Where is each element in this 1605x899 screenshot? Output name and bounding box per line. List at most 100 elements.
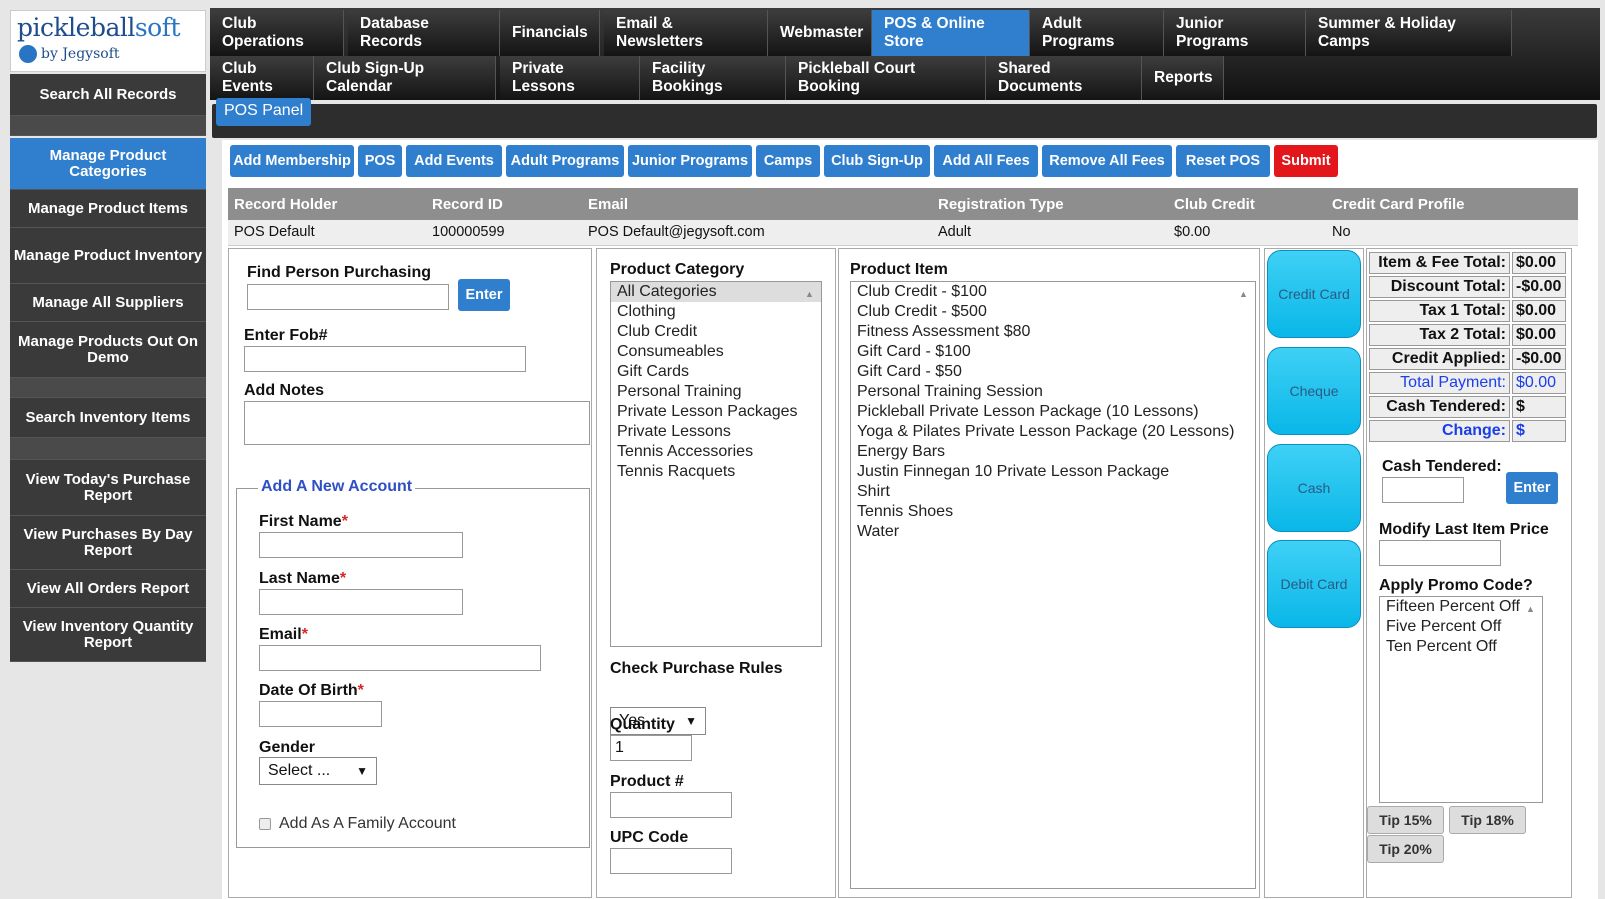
- list-item[interactable]: Shirt: [851, 482, 1255, 502]
- sidebar-item-all-orders-report[interactable]: View All Orders Report: [10, 570, 206, 608]
- list-item[interactable]: Yoga & Pilates Private Lesson Package (2…: [851, 422, 1255, 442]
- list-item[interactable]: Five Percent Off: [1380, 617, 1542, 637]
- product-item-list[interactable]: Club Credit - $100 Club Credit - $500 Fi…: [850, 281, 1256, 889]
- product-number-input[interactable]: [610, 792, 732, 818]
- family-account-checkbox[interactable]: [259, 818, 271, 830]
- nav-webmaster[interactable]: Webmaster: [768, 10, 872, 56]
- list-item[interactable]: Fitness Assessment $80: [851, 322, 1255, 342]
- list-item[interactable]: Clothing: [611, 302, 821, 322]
- list-item[interactable]: Gift Card - $100: [851, 342, 1255, 362]
- sidebar-item-search-inventory[interactable]: Search Inventory Items: [10, 398, 206, 438]
- nav-club-operations[interactable]: Club Operations: [210, 10, 344, 56]
- jegysoft-icon: [19, 45, 37, 63]
- app-logo[interactable]: pickleballsoft by Jegysoft: [10, 10, 206, 72]
- nav-club-signup-calendar[interactable]: Club Sign-Up Calendar: [314, 56, 496, 100]
- add-membership-button[interactable]: Add Membership: [230, 145, 354, 177]
- cash-button[interactable]: Cash: [1267, 444, 1361, 532]
- col-email: Email: [588, 196, 629, 213]
- last-name-input[interactable]: [259, 589, 463, 615]
- promo-code-list[interactable]: Fifteen Percent Off Five Percent Off Ten…: [1379, 596, 1543, 803]
- quantity-input[interactable]: 1: [610, 735, 692, 761]
- list-item[interactable]: Fifteen Percent Off: [1380, 597, 1542, 617]
- list-item[interactable]: Justin Finnegan 10 Private Lesson Packag…: [851, 462, 1255, 482]
- list-item[interactable]: Personal Training: [611, 382, 821, 402]
- nav-club-events[interactable]: Club Events: [210, 56, 314, 100]
- first-name-input[interactable]: [259, 532, 463, 558]
- sidebar-item-products-out-on-demo[interactable]: Manage Products Out On Demo: [10, 322, 206, 378]
- sidebar-item-manage-all-suppliers[interactable]: Manage All Suppliers: [10, 284, 206, 322]
- product-number-label: Product #: [610, 773, 684, 790]
- nav-shared-documents[interactable]: Shared Documents: [986, 56, 1142, 100]
- list-item[interactable]: Personal Training Session: [851, 382, 1255, 402]
- nav-junior-programs[interactable]: Junior Programs: [1164, 10, 1306, 56]
- list-scrollbar[interactable]: ▲: [1239, 284, 1253, 886]
- list-item[interactable]: Gift Card - $50: [851, 362, 1255, 382]
- panel-header-bar: [212, 104, 1597, 138]
- tip-15-button[interactable]: Tip 15%: [1367, 806, 1444, 834]
- camps-button[interactable]: Camps: [756, 145, 820, 177]
- cash-tendered-enter-button[interactable]: Enter: [1506, 472, 1558, 504]
- add-all-fees-button[interactable]: Add All Fees: [934, 145, 1038, 177]
- credit-card-button[interactable]: Credit Card: [1267, 250, 1361, 338]
- adult-programs-button[interactable]: Adult Programs: [506, 145, 624, 177]
- list-scrollbar[interactable]: ▲: [805, 284, 819, 644]
- sidebar-item-manage-product-inventory[interactable]: Manage Product Inventory: [10, 228, 206, 284]
- list-item[interactable]: Tennis Racquets: [611, 462, 821, 482]
- submit-button[interactable]: Submit: [1274, 145, 1338, 177]
- product-item-label: Product Item: [850, 261, 948, 278]
- list-item[interactable]: Private Lessons: [611, 422, 821, 442]
- nav-adult-programs[interactable]: Adult Programs: [1030, 10, 1164, 56]
- dob-input[interactable]: [259, 701, 382, 727]
- notes-textarea[interactable]: [244, 401, 590, 445]
- nav-pickleball-court-booking[interactable]: Pickleball Court Booking: [786, 56, 986, 100]
- product-category-list[interactable]: All Categories Clothing Club Credit Cons…: [610, 281, 822, 647]
- nav-summer-holiday-camps[interactable]: Summer & Holiday Camps: [1306, 10, 1512, 56]
- list-item[interactable]: Club Credit - $100: [851, 282, 1255, 302]
- list-item[interactable]: Ten Percent Off: [1380, 637, 1542, 657]
- nav-facility-bookings[interactable]: Facility Bookings: [640, 56, 786, 100]
- list-scrollbar[interactable]: ▲: [1526, 599, 1540, 800]
- find-person-input[interactable]: [247, 284, 449, 310]
- sidebar-item-purchases-by-day[interactable]: View Purchases By Day Report: [10, 516, 206, 570]
- sidebar-item-search-all-records[interactable]: Search All Records: [10, 74, 206, 116]
- email-field[interactable]: [259, 645, 541, 671]
- list-item[interactable]: Energy Bars: [851, 442, 1255, 462]
- pos-button[interactable]: POS: [358, 145, 402, 177]
- nav-database-records[interactable]: Database Records: [348, 10, 500, 56]
- junior-programs-button[interactable]: Junior Programs: [628, 145, 752, 177]
- list-item[interactable]: Private Lesson Packages: [611, 402, 821, 422]
- tip-18-button[interactable]: Tip 18%: [1449, 806, 1526, 834]
- list-item[interactable]: Consumeables: [611, 342, 821, 362]
- sidebar-item-todays-purchase-report[interactable]: View Today's Purchase Report: [10, 460, 206, 516]
- nav-pos-online-store[interactable]: POS & Online Store: [872, 10, 1030, 56]
- tax1-total-label: Tax 1 Total:: [1369, 300, 1510, 322]
- club-signup-button[interactable]: Club Sign-Up: [824, 145, 930, 177]
- remove-all-fees-button[interactable]: Remove All Fees: [1042, 145, 1172, 177]
- list-item[interactable]: All Categories: [611, 282, 821, 302]
- list-item[interactable]: Club Credit: [611, 322, 821, 342]
- reset-pos-button[interactable]: Reset POS: [1176, 145, 1270, 177]
- sidebar-item-inventory-quantity-report[interactable]: View Inventory Quantity Report: [10, 608, 206, 662]
- list-item[interactable]: Water: [851, 522, 1255, 542]
- add-events-button[interactable]: Add Events: [406, 145, 502, 177]
- nav-private-lessons[interactable]: Private Lessons: [500, 56, 640, 100]
- list-item[interactable]: Tennis Accessories: [611, 442, 821, 462]
- modify-price-input[interactable]: [1379, 540, 1501, 566]
- debit-card-button[interactable]: Debit Card: [1267, 540, 1361, 628]
- list-item[interactable]: Tennis Shoes: [851, 502, 1255, 522]
- cheque-button[interactable]: Cheque: [1267, 347, 1361, 435]
- sidebar-item-manage-product-categories[interactable]: Manage Product Categories: [10, 138, 206, 190]
- find-person-enter-button[interactable]: Enter: [458, 279, 510, 311]
- fob-input[interactable]: [244, 346, 526, 372]
- cash-tendered-input[interactable]: [1382, 477, 1464, 503]
- nav-financials[interactable]: Financials: [500, 10, 600, 56]
- sidebar-item-manage-product-items[interactable]: Manage Product Items: [10, 190, 206, 228]
- list-item[interactable]: Club Credit - $500: [851, 302, 1255, 322]
- nav-email-newsletters[interactable]: Email & Newsletters: [604, 10, 768, 56]
- list-item[interactable]: Gift Cards: [611, 362, 821, 382]
- list-item[interactable]: Pickleball Private Lesson Package (10 Le…: [851, 402, 1255, 422]
- nav-reports[interactable]: Reports: [1142, 56, 1224, 100]
- gender-select[interactable]: Select ... ▼: [259, 757, 377, 785]
- upc-code-input[interactable]: [610, 848, 732, 874]
- tip-20-button[interactable]: Tip 20%: [1367, 835, 1444, 863]
